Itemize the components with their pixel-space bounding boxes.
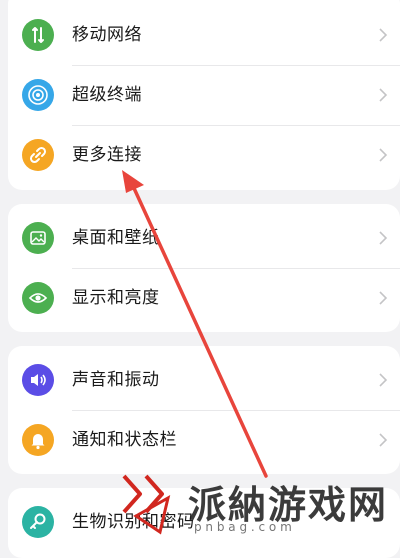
speaker-icon bbox=[22, 364, 54, 396]
settings-group-display: 桌面和壁纸 显示和亮度 bbox=[8, 204, 400, 332]
key-icon bbox=[22, 506, 54, 538]
settings-item-sound-vibration[interactable]: 声音和振动 bbox=[8, 350, 400, 410]
link-icon bbox=[22, 139, 54, 171]
settings-item-mobile-network[interactable]: 移动网络 bbox=[8, 5, 400, 65]
settings-item-display-brightness[interactable]: 显示和亮度 bbox=[8, 268, 400, 328]
settings-item-label: 移动网络 bbox=[72, 25, 142, 45]
chevron-right-icon bbox=[379, 433, 388, 447]
settings-item-notification-statusbar[interactable]: 通知和状态栏 bbox=[8, 410, 400, 470]
chevron-right-icon bbox=[379, 231, 388, 245]
settings-item-label: 更多连接 bbox=[72, 145, 142, 165]
settings-group-connectivity: 移动网络 超级终端 更多连接 bbox=[8, 0, 400, 190]
chevron-right-icon bbox=[379, 373, 388, 387]
super-device-icon bbox=[22, 79, 54, 111]
chevron-right-icon bbox=[379, 88, 388, 102]
wallpaper-icon bbox=[22, 222, 54, 254]
watermark: 派納游戏网 p n b a g . c o m bbox=[118, 468, 400, 542]
chevron-right-icon bbox=[379, 291, 388, 305]
settings-item-super-device[interactable]: 超级终端 bbox=[8, 65, 400, 125]
settings-item-label: 超级终端 bbox=[72, 85, 142, 105]
watermark-url: p n b a g . c o m bbox=[194, 520, 292, 534]
chevron-right-icon bbox=[379, 28, 388, 42]
settings-item-desktop-wallpaper[interactable]: 桌面和壁纸 bbox=[8, 208, 400, 268]
settings-item-more-connections[interactable]: 更多连接 bbox=[8, 125, 400, 185]
bell-icon bbox=[22, 424, 54, 456]
mobile-network-icon bbox=[22, 19, 54, 51]
settings-item-label: 通知和状态栏 bbox=[72, 430, 177, 450]
watermark-logo bbox=[122, 474, 171, 535]
settings-item-label: 声音和振动 bbox=[72, 370, 160, 390]
settings-item-label: 显示和亮度 bbox=[72, 288, 160, 308]
settings-item-label: 桌面和壁纸 bbox=[72, 228, 160, 248]
settings-group-sound-notify: 声音和振动 通知和状态栏 bbox=[8, 346, 400, 474]
chevron-right-icon bbox=[379, 148, 388, 162]
eye-icon bbox=[22, 282, 54, 314]
